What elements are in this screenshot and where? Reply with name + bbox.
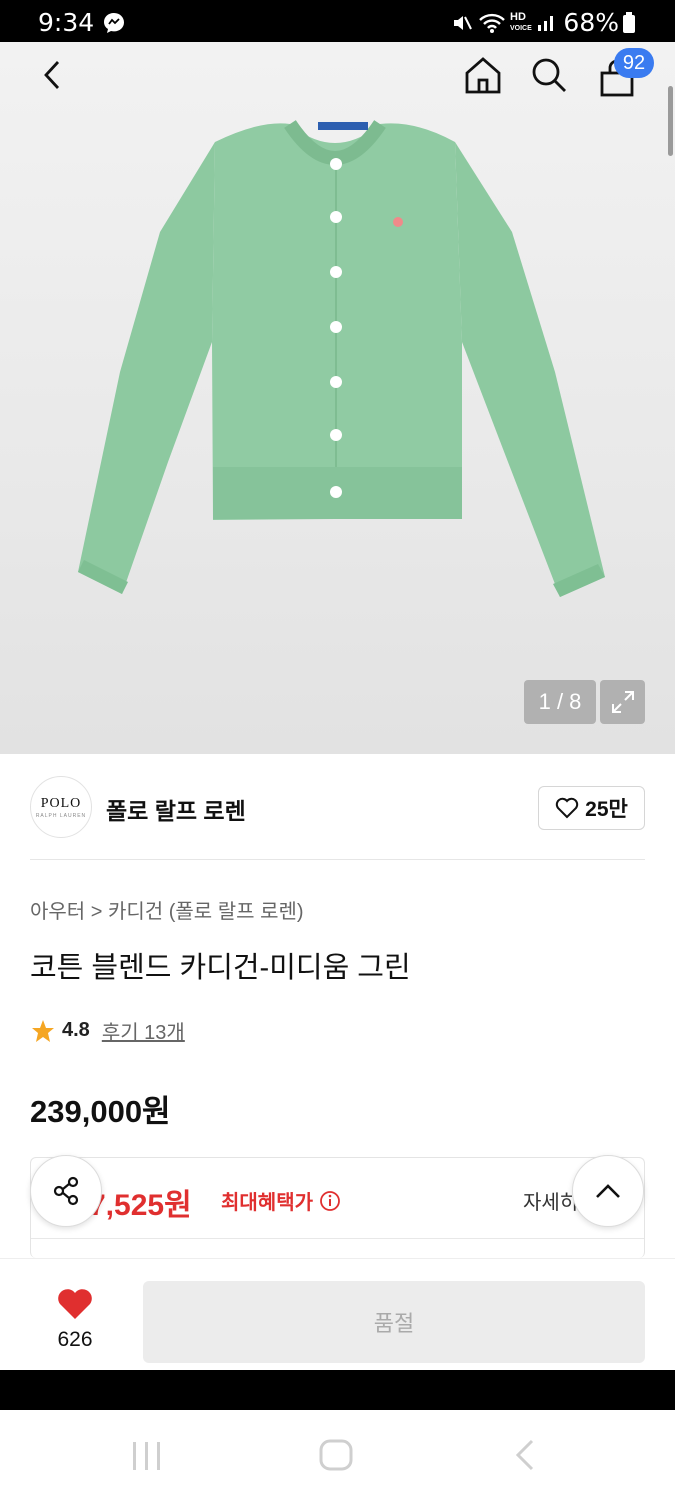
brand-name[interactable]: 폴로 랄프 로렌 (106, 792, 246, 826)
wish-count: 626 (57, 1328, 93, 1351)
sold-out-button[interactable]: 품절 (143, 1281, 645, 1363)
messenger-icon (104, 13, 124, 33)
product-title: 코튼 블렌드 카디건-미디움 그린 (30, 952, 411, 984)
review-link[interactable]: 후기 13개 (102, 1016, 185, 1045)
search-icon (532, 58, 566, 92)
chevron-left-icon (44, 61, 60, 89)
bottom-action-bar: 626 품절 (0, 1258, 675, 1371)
chevron-up-icon (596, 1184, 620, 1198)
home-button[interactable] (458, 50, 508, 100)
brand-like-button[interactable]: 25만 (538, 786, 645, 830)
heart-filled-icon (58, 1289, 92, 1319)
scroll-top-button[interactable] (572, 1155, 644, 1227)
expand-icon (611, 691, 634, 713)
product-image (78, 120, 605, 597)
system-spacer (0, 1370, 675, 1410)
brand-row[interactable]: POLO RALPH LAUREN 폴로 랄프 로렌 25만 (30, 772, 645, 840)
status-time: 9:34 (38, 8, 95, 37)
search-button[interactable] (524, 50, 574, 100)
benefit-box[interactable]: 7,525원 최대혜택가 자세히 (30, 1157, 645, 1258)
share-button[interactable] (30, 1155, 102, 1227)
home-icon (465, 57, 501, 94)
brand-logo-text: POLO (40, 795, 82, 811)
signal-icon (538, 16, 553, 31)
rating-score: 4.8 (62, 1019, 90, 1041)
brand-logo[interactable]: POLO RALPH LAUREN (30, 776, 92, 838)
recent-apps-icon[interactable] (130, 1440, 164, 1472)
brand-like-count: 25만 (585, 798, 628, 821)
back-nav-icon[interactable] (510, 1438, 540, 1472)
divider (30, 859, 645, 860)
expand-image-button[interactable] (600, 680, 645, 724)
battery-icon (623, 12, 635, 33)
wifi-icon (479, 13, 505, 33)
rating-row[interactable]: 4.8 후기 13개 (30, 1016, 185, 1045)
breadcrumb[interactable]: 아우터 > 카디건 (폴로 랄프 로렌) (30, 895, 304, 924)
mute-icon (454, 16, 472, 30)
back-button[interactable] (28, 50, 78, 100)
info-icon[interactable] (319, 1190, 341, 1212)
benefit-detail-link[interactable]: 자세히 (523, 1186, 578, 1215)
wish-button[interactable]: 626 (40, 1287, 110, 1352)
status-bar: 9:34 HD VOICE 68% (0, 0, 675, 42)
star-icon (32, 1019, 54, 1042)
scrollbar[interactable] (668, 86, 673, 156)
benefit-label[interactable]: 최대혜택가 (221, 1186, 341, 1215)
hd-voice-icon: HD VOICE (510, 11, 532, 33)
divider (31, 1238, 644, 1239)
share-icon (53, 1176, 79, 1206)
cart-count-badge: 92 (614, 48, 654, 78)
home-nav-icon[interactable] (318, 1438, 354, 1472)
product-price: 239,000원 (30, 1094, 171, 1129)
brand-logo-subtext: RALPH LAUREN (35, 812, 87, 819)
benefit-price: 7,525원 (89, 1189, 192, 1222)
battery-percent: 68% (563, 8, 619, 37)
system-nav-bar (0, 1410, 675, 1500)
heart-outline-icon (555, 797, 579, 819)
image-counter: 1 / 8 (524, 680, 596, 724)
benefit-label-text: 최대혜택가 (221, 1192, 313, 1214)
product-image-gallery[interactable]: 92 1 / 8 (0, 42, 675, 754)
